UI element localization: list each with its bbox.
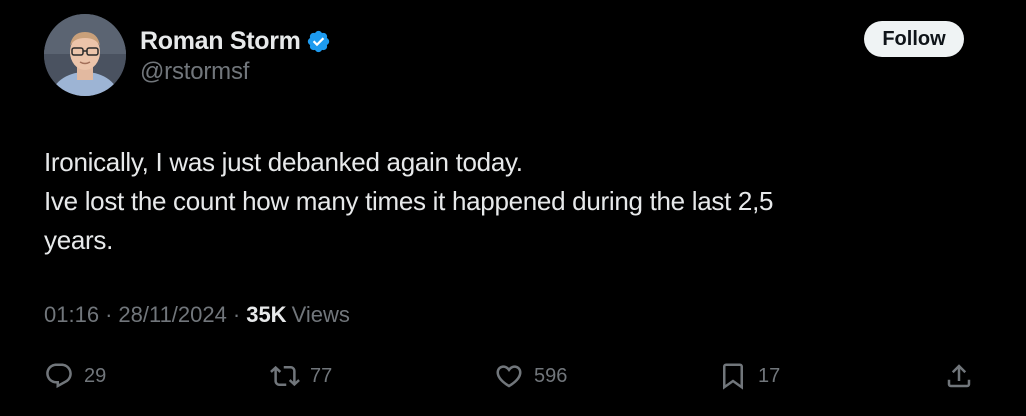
views-label: Views	[291, 302, 350, 327]
like-count: 596	[534, 364, 568, 387]
tweet-text-line: Ive lost the count how many times it hap…	[44, 186, 774, 216]
bookmark-icon	[718, 361, 748, 391]
share-button[interactable]	[944, 356, 974, 396]
reply-bubble-icon	[44, 361, 74, 391]
share-icon	[944, 361, 974, 391]
tweet-text: Ironically, I was just debanked again to…	[44, 143, 944, 260]
meta-separator: ·	[105, 302, 113, 327]
heart-icon	[494, 361, 524, 391]
avatar-photo	[44, 14, 126, 96]
author-name-row: Roman Storm	[140, 25, 331, 57]
tweet-time[interactable]: 01:16	[44, 302, 99, 328]
author-handle[interactable]: @rstormsf	[140, 58, 249, 86]
bookmark-count: 17	[758, 364, 781, 387]
repost-icon	[270, 361, 300, 391]
meta-separator: ·	[232, 302, 241, 327]
views-count: 35K	[246, 302, 287, 327]
author-display-name[interactable]: Roman Storm	[140, 27, 301, 56]
tweet-card: Roman Storm @rstormsf Follow Ironically,…	[0, 0, 1026, 416]
avatar[interactable]	[44, 14, 126, 96]
bookmark-button[interactable]: 17	[718, 356, 780, 396]
reply-button[interactable]: 29	[44, 356, 106, 396]
tweet-text-line: years.	[44, 225, 114, 255]
tweet-meta: 01:16 · 28/11/2024 · 35K Views	[44, 302, 350, 328]
reply-count: 29	[84, 364, 107, 387]
action-bar: 29 77 596 17	[0, 356, 1026, 396]
tweet-date[interactable]: 28/11/2024	[118, 302, 226, 328]
verified-badge-icon	[306, 29, 331, 54]
tweet-text-line: Ironically, I was just debanked again to…	[44, 147, 523, 177]
repost-button[interactable]: 77	[270, 356, 332, 396]
repost-count: 77	[310, 364, 333, 387]
follow-button[interactable]: Follow	[864, 21, 964, 57]
like-button[interactable]: 596	[494, 356, 567, 396]
